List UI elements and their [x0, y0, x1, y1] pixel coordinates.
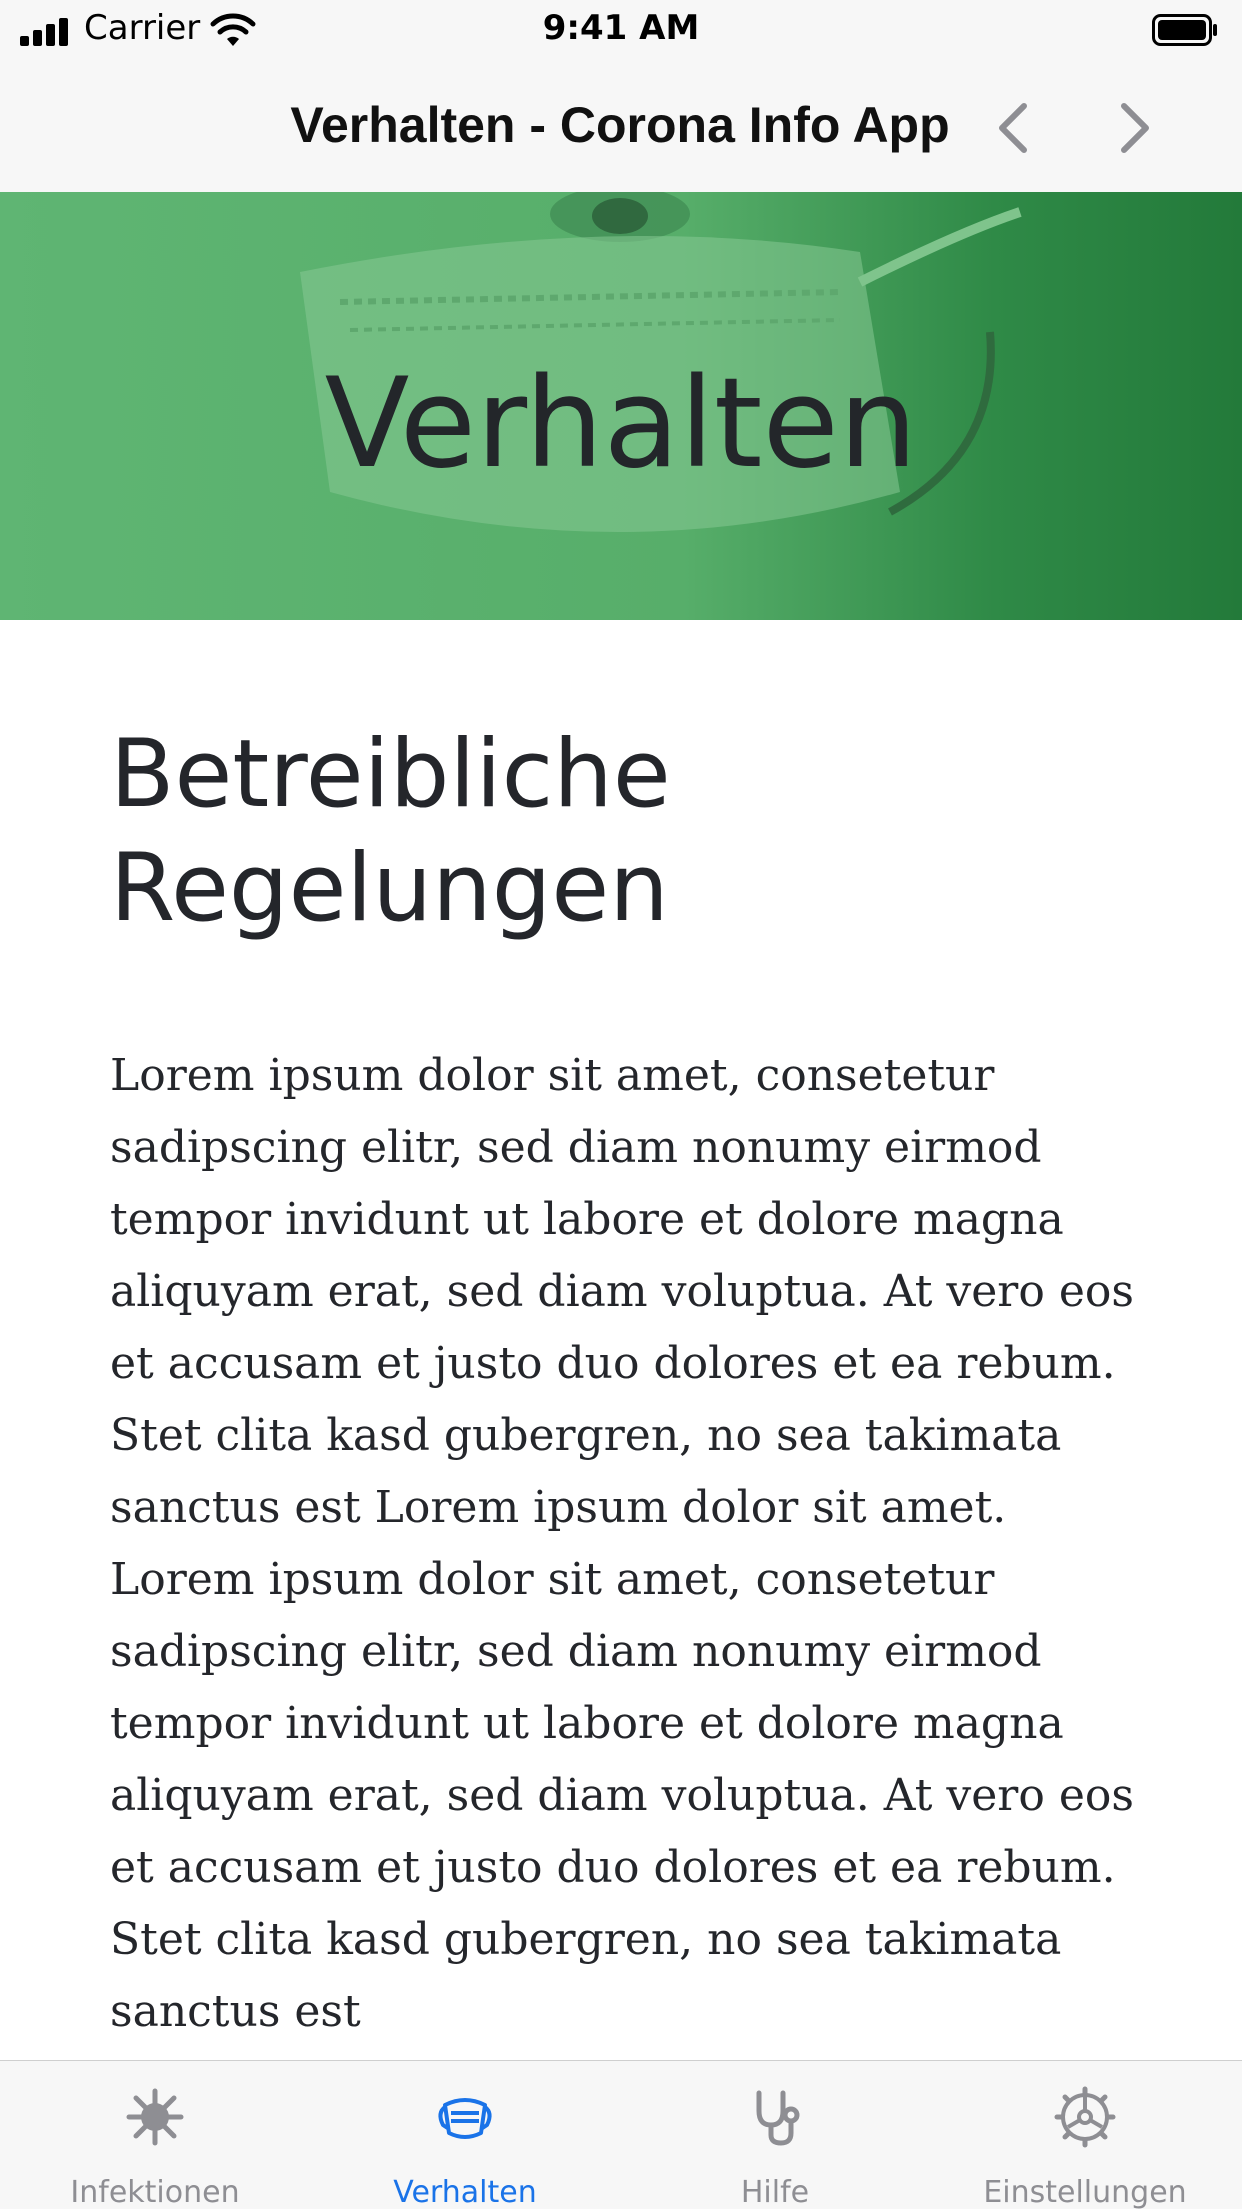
tab-label: Infektionen — [70, 2175, 240, 2210]
tab-label: Hilfe — [740, 2175, 810, 2210]
back-chevron-icon[interactable] — [988, 96, 1036, 160]
status-bar: Carrier 9:41 AM — [0, 0, 1242, 62]
tab-einstellungen[interactable]: Einstellungen — [930, 2061, 1240, 2210]
gear-icon — [1054, 2086, 1116, 2148]
forward-chevron-icon[interactable] — [1112, 96, 1160, 160]
tab-infektionen[interactable]: Infektionen — [0, 2061, 310, 2210]
navigation-bar: Verhalten - Corona Info App — [0, 62, 1242, 193]
status-time: 9:41 AM — [542, 8, 700, 48]
tab-label: Verhalten — [393, 2175, 537, 2210]
body-text: Lorem ipsum dolor sit amet, consetetur s… — [110, 1050, 1134, 2037]
tab-label: Einstellungen — [983, 2175, 1187, 2210]
tab-verhalten[interactable]: Verhalten — [310, 2061, 620, 2210]
stethoscope-icon — [756, 2090, 800, 2146]
tab-bar: Infektionen Verhalten Hilfe Einstellunge… — [0, 2060, 1242, 2210]
hero-banner: Verhalten — [0, 192, 1242, 620]
virus-icon — [126, 2088, 184, 2146]
tab-hilfe[interactable]: Hilfe — [620, 2061, 930, 2210]
hero-title: Verhalten — [324, 352, 918, 496]
battery-icon — [1152, 14, 1217, 46]
nav-title: Verhalten - Corona Info App — [290, 97, 950, 153]
face-mask-icon — [438, 2098, 492, 2139]
page-heading: Betreibliche Regelungen — [110, 720, 671, 943]
